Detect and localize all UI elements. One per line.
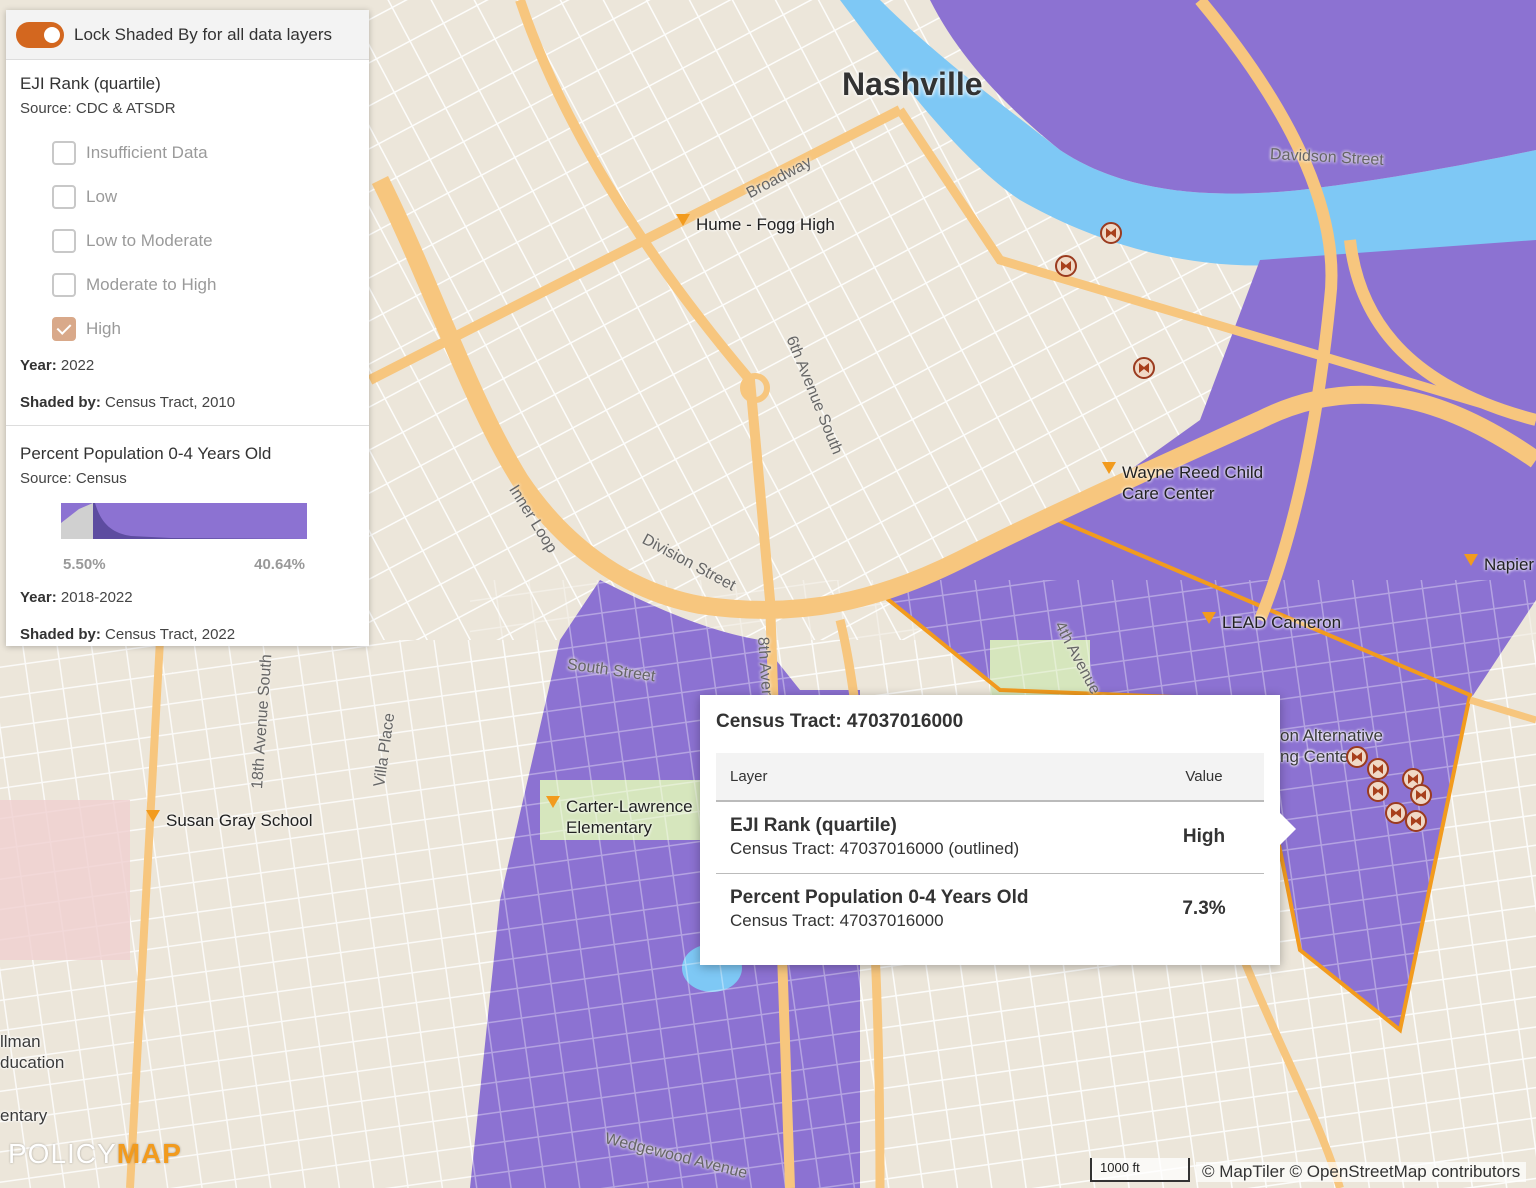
ramp-histogram <box>61 503 307 539</box>
school-marker-icon <box>676 214 690 226</box>
bowtie-pin-icon[interactable] <box>1346 746 1368 768</box>
policymap-logo: POLICYMAP <box>8 1138 182 1169</box>
table-row: Percent Population 0-4 Years Old Census … <box>716 873 1264 945</box>
poi-wayne-reed-child-care-center[interactable]: Wayne Reed Child Care Center <box>1102 462 1263 504</box>
school-marker-icon <box>546 796 560 808</box>
school-marker-icon <box>1202 612 1216 624</box>
popup-title: Census Tract: 47037016000 <box>716 711 964 732</box>
row-value: 7.3% <box>1182 898 1226 920</box>
legend-filter-high[interactable]: High <box>20 307 355 351</box>
legend-filter-low[interactable]: Low <box>20 175 355 219</box>
poi-hume-fogg-high[interactable]: Hume - Fogg High <box>676 214 835 235</box>
col-layer: Layer <box>716 753 1144 802</box>
legend-layer-eji: EJI Rank (quartile) Source: CDC & ATSDR … <box>6 60 369 411</box>
layer-source: Source: Census <box>20 470 127 487</box>
popup-table-header: Layer Value <box>716 753 1264 802</box>
checkbox[interactable] <box>52 141 76 165</box>
scale-bar: 1000 ft <box>1090 1158 1190 1182</box>
poi-susan-gray-school[interactable]: Susan Gray School <box>146 810 312 831</box>
school-marker-icon <box>146 810 160 822</box>
bowtie-pin-icon[interactable] <box>1055 255 1077 277</box>
poi-napier[interactable]: Napier <box>1464 554 1534 575</box>
map-label-fragment: llman <box>0 1032 41 1051</box>
popup-table: Layer Value EJI Rank (quartile) Census T… <box>716 753 1264 945</box>
layer-year: Year: 2022 <box>20 357 95 374</box>
map-attribution[interactable]: © MapTiler © OpenStreetMap contributors <box>1196 1162 1527 1182</box>
bowtie-pin-icon[interactable] <box>1405 810 1427 832</box>
legend-filter-moderate-to-high[interactable]: Moderate to High <box>20 263 355 307</box>
map-label-fragment: on Alternative <box>1280 726 1384 745</box>
bowtie-pin-icon[interactable] <box>1100 222 1122 244</box>
legend-layer-population: Percent Population 0-4 Years Old Source:… <box>6 426 369 643</box>
poi-carter-lawrence-elementary[interactable]: Carter-Lawrence Elementary <box>546 796 693 838</box>
row-layer-sub: Census Tract: 47037016000 (outlined) <box>730 839 1020 859</box>
ramp-max-label: 40.64% <box>254 556 305 573</box>
school-marker-icon <box>1102 462 1116 474</box>
layer-year: Year: 2018-2022 <box>20 589 133 606</box>
legend-filter-low-to-moderate[interactable]: Low to Moderate <box>20 219 355 263</box>
col-value: Value <box>1144 753 1264 802</box>
bowtie-pin-icon[interactable] <box>1410 784 1432 806</box>
row-value: High <box>1144 801 1264 874</box>
legend-ramp: 5.50% 40.64% <box>61 503 307 573</box>
checkbox[interactable] <box>52 185 76 209</box>
bowtie-pin-icon[interactable] <box>1385 802 1407 824</box>
census-tract-popup: Census Tract: 47037016000 Layer Value EJ… <box>700 695 1296 965</box>
lock-shaded-by-row[interactable]: Lock Shaded By for all data layers <box>6 10 369 60</box>
row-layer-sub: Census Tract: 47037016000 <box>730 911 944 931</box>
row-layer-name: Percent Population 0-4 Years Old <box>730 887 1029 909</box>
layer-shaded-by: Shaded by: Census Tract, 2010 <box>20 394 236 411</box>
checkbox[interactable] <box>52 273 76 297</box>
lock-shaded-by-label: Lock Shaded By for all data layers <box>74 24 332 44</box>
legend-filter-insufficient-data[interactable]: Insufficient Data <box>20 131 355 175</box>
school-marker-icon <box>1464 554 1478 566</box>
city-label: Nashville <box>842 66 983 102</box>
legend-panel: Lock Shaded By for all data layers EJI R… <box>6 10 369 646</box>
bowtie-pin-icon[interactable] <box>1367 780 1389 802</box>
lock-shaded-by-toggle[interactable] <box>16 21 64 48</box>
layer-title: Percent Population 0-4 Years Old <box>20 444 272 463</box>
poi-lead-cameron[interactable]: LEAD Cameron <box>1202 612 1341 633</box>
layer-title: EJI Rank (quartile) <box>20 74 161 93</box>
map-label-fragment: entary <box>0 1106 48 1125</box>
bowtie-pin-icon[interactable] <box>1367 758 1389 780</box>
layer-shaded-by: Shaded by: Census Tract, 2022 <box>20 626 236 643</box>
map-label-fragment: ducation <box>0 1053 65 1072</box>
bowtie-pin-icon[interactable] <box>1133 357 1155 379</box>
checkbox[interactable] <box>52 229 76 253</box>
table-row: EJI Rank (quartile) Census Tract: 470370… <box>716 801 1264 874</box>
map-label-fragment: ng Center <box>1280 747 1355 766</box>
row-layer-name: EJI Rank (quartile) <box>730 815 897 837</box>
checkbox-checked[interactable] <box>52 317 76 341</box>
layer-source: Source: CDC & ATSDR <box>20 100 176 117</box>
ramp-min-label: 5.50% <box>63 556 106 573</box>
